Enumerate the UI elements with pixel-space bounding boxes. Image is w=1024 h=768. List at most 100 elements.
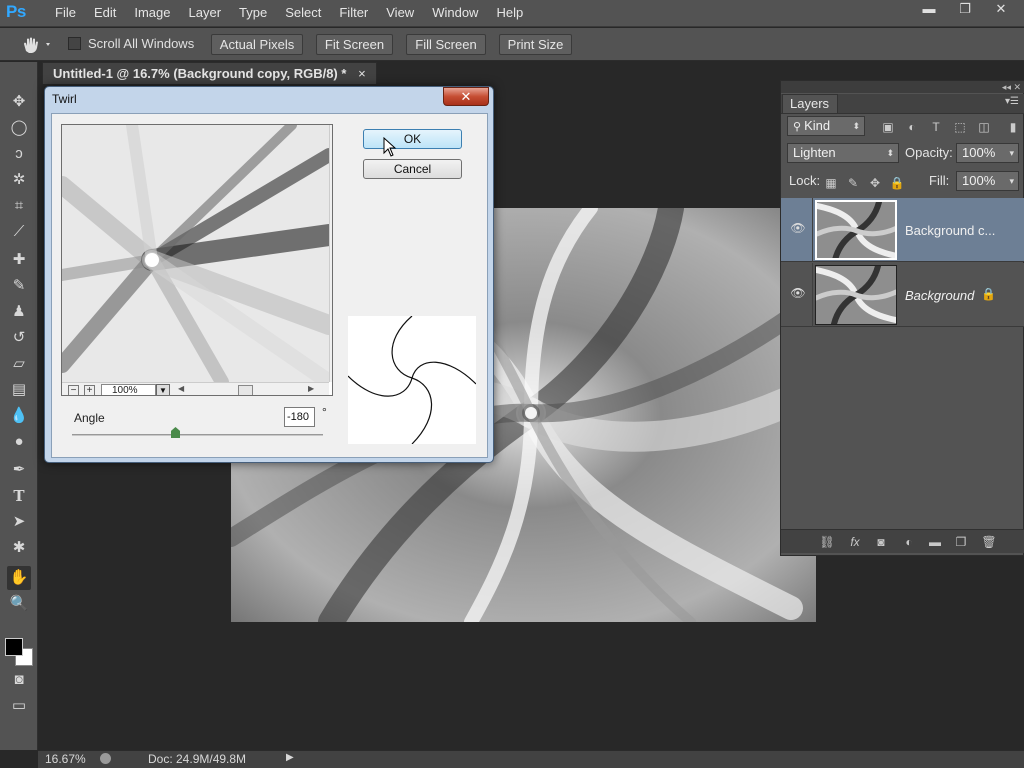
angle-input[interactable]: -180: [284, 407, 315, 427]
opacity-input[interactable]: 100% ▾: [956, 143, 1019, 163]
adjustment-layer-icon[interactable]: ◐: [901, 534, 917, 550]
lock-all-icon[interactable]: 🔒: [889, 175, 905, 191]
pixel-layer-filter-icon[interactable]: ▣: [880, 119, 896, 135]
zoom-tool[interactable]: 🔍: [7, 592, 31, 616]
minimize-button[interactable]: ▬: [912, 0, 946, 18]
eyedropper-tool[interactable]: ⟋: [7, 220, 31, 244]
type-layer-filter-icon[interactable]: T: [928, 119, 944, 135]
layer-row-background[interactable]: 👁 Background 🔒: [781, 263, 1024, 327]
blur-tool[interactable]: 💧: [7, 404, 31, 428]
menu-layer[interactable]: Layer: [180, 0, 231, 27]
panel-menu-icon[interactable]: ▾☰: [1005, 96, 1019, 107]
angle-unit: °: [322, 405, 327, 419]
tool-preset-picker[interactable]: [18, 34, 58, 56]
fit-screen-button[interactable]: Fit Screen: [316, 34, 393, 55]
blend-mode-select[interactable]: Lighten ⬍: [787, 143, 899, 163]
scroll-right-icon[interactable]: ▶: [308, 384, 314, 393]
menu-help[interactable]: Help: [487, 0, 532, 27]
foreground-color-swatch[interactable]: [5, 638, 23, 656]
quick-mask-icon: ◙: [14, 671, 24, 688]
fill-screen-button[interactable]: Fill Screen: [406, 34, 486, 55]
dialog-close-button[interactable]: ✕: [443, 87, 489, 106]
restore-button[interactable]: ❐: [948, 0, 982, 18]
document-tab[interactable]: Untitled-1 @ 16.7% (Background copy, RGB…: [42, 62, 377, 84]
document-info-icon[interactable]: [100, 753, 111, 764]
lock-transparent-pixels-icon[interactable]: ▦: [823, 175, 839, 191]
fill-value: 100%: [962, 173, 996, 188]
menu-image[interactable]: Image: [125, 0, 179, 27]
layer-visibility-toggle[interactable]: 👁: [781, 263, 813, 327]
trash-icon[interactable]: 🗑: [981, 534, 997, 550]
custom-shape-tool[interactable]: ✱: [7, 536, 31, 560]
filter-toggle-icon[interactable]: ▮: [1005, 119, 1021, 135]
link-layers-icon[interactable]: ⛓: [819, 534, 835, 550]
panel-collapse-strip[interactable]: ◂◂ ✕: [781, 81, 1024, 93]
ok-button[interactable]: OK: [363, 129, 462, 149]
lock-position-icon[interactable]: ✥: [867, 175, 883, 191]
layer-visibility-toggle[interactable]: 👁: [781, 198, 813, 262]
path-selection-tool[interactable]: ➤: [7, 510, 31, 534]
angle-slider-thumb[interactable]: [171, 427, 180, 438]
magic-wand-tool[interactable]: ✲: [7, 168, 31, 192]
menu-filter[interactable]: Filter: [330, 0, 377, 27]
eraser-tool[interactable]: ▱: [7, 352, 31, 376]
zoom-in-button[interactable]: +: [84, 385, 95, 395]
marquee-tool[interactable]: ◯: [7, 116, 31, 140]
gradient-tool[interactable]: ▤: [7, 378, 31, 402]
eraser-icon: ▱: [13, 355, 25, 372]
crop-tool[interactable]: ⌗: [7, 194, 31, 218]
status-menu-arrow-icon[interactable]: ▶: [286, 752, 294, 763]
shape-layer-filter-icon[interactable]: ⬚: [952, 119, 968, 135]
clone-stamp-tool[interactable]: ♟: [7, 300, 31, 324]
menu-type[interactable]: Type: [230, 0, 276, 27]
hand-tool[interactable]: ✋: [7, 566, 31, 590]
new-group-folder-icon[interactable]: ▬: [927, 534, 943, 550]
preview-horizontal-thumb[interactable]: [238, 385, 253, 395]
layer-name[interactable]: Background c...: [905, 223, 995, 238]
healing-brush-tool[interactable]: ✚: [7, 248, 31, 272]
print-size-button[interactable]: Print Size: [499, 34, 572, 55]
move-tool[interactable]: ✥: [7, 90, 31, 114]
layer-name[interactable]: Background: [905, 288, 974, 303]
preview-zoom-field[interactable]: 100%: [101, 384, 156, 395]
scroll-all-windows-checkbox[interactable]: [68, 37, 81, 50]
filter-preview[interactable]: ▲ ▼ − + 100% ▼ ◀ ▶: [61, 124, 333, 396]
scroll-left-icon[interactable]: ◀: [178, 384, 184, 393]
layer-style-fx-icon[interactable]: fx: [847, 534, 863, 550]
angle-slider-track[interactable]: [72, 434, 323, 436]
preview-zoom-dropdown[interactable]: ▼: [156, 384, 170, 395]
layer-row-background-copy[interactable]: 👁 Background c...: [781, 198, 1024, 262]
new-layer-icon[interactable]: ❐: [953, 534, 969, 550]
fill-input[interactable]: 100% ▾: [956, 171, 1019, 191]
lasso-tool[interactable]: ↄ: [7, 142, 31, 166]
screen-mode-button[interactable]: ▭: [7, 694, 31, 718]
menu-select[interactable]: Select: [276, 0, 330, 27]
preview-vertical-scrollbar[interactable]: ▲ ▼: [329, 125, 333, 382]
cancel-button[interactable]: Cancel: [363, 159, 462, 179]
brush-icon: ✎: [12, 277, 26, 294]
brush-tool[interactable]: ✎: [7, 274, 31, 298]
opacity-label: Opacity:: [905, 145, 953, 160]
menu-window[interactable]: Window: [423, 0, 487, 27]
layer-filter-kind[interactable]: ⚲ Kind ⬍: [787, 116, 865, 136]
zoom-out-button[interactable]: −: [68, 385, 79, 395]
history-brush-tool[interactable]: ↺: [7, 326, 31, 350]
type-tool[interactable]: T: [7, 484, 31, 508]
add-mask-icon[interactable]: ◙: [873, 534, 889, 550]
menu-edit[interactable]: Edit: [85, 0, 125, 27]
close-tab-icon[interactable]: ×: [358, 66, 366, 81]
dodge-tool[interactable]: ●: [7, 430, 31, 454]
preview-image: [62, 125, 332, 390]
smart-object-filter-icon[interactable]: ◫: [976, 119, 992, 135]
tab-layers[interactable]: Layers: [782, 94, 838, 113]
menu-file[interactable]: File: [46, 0, 85, 27]
close-window-button[interactable]: ✕: [984, 0, 1018, 18]
pen-tool[interactable]: ✒: [7, 458, 31, 482]
lock-image-pixels-icon[interactable]: ✎: [845, 175, 861, 191]
zoom-level[interactable]: 16.67%: [45, 752, 86, 766]
quick-mask-button[interactable]: ◙: [7, 668, 31, 692]
menu-view[interactable]: View: [377, 0, 423, 27]
preview-vertical-thumb[interactable]: [332, 243, 333, 264]
actual-pixels-button[interactable]: Actual Pixels: [211, 34, 303, 55]
adjustment-layer-filter-icon[interactable]: ◐: [904, 119, 920, 135]
